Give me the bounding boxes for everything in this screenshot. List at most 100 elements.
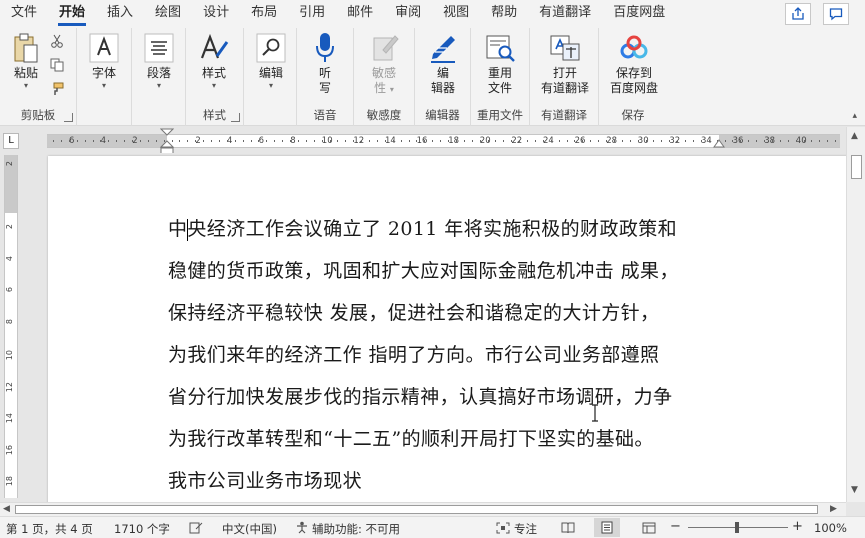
styles-dropdown-icon[interactable]: ▾ <box>194 81 234 91</box>
text-line[interactable]: 保持经济平稳较快 发展，促进社会和谐稳定的大计方针， <box>168 292 728 334</box>
text-line[interactable]: 省分行加快发展步伐的指示精神，认真搞好市场调研，力争 <box>168 376 728 418</box>
tab-help[interactable]: 帮助 <box>480 0 528 28</box>
cut-icon[interactable] <box>50 34 64 51</box>
format-painter-icon[interactable] <box>50 82 64 99</box>
document-area[interactable]: 中央经济工作会议确立了 2011 年将实施积极的财政政策和 稳健的货币政策，巩固… <box>22 153 846 502</box>
vertical-ruler[interactable]: 2 2 4 6 8 10 12 14 16 18 <box>4 155 18 498</box>
save-baidu-button[interactable]: 保存到 百度网盘 <box>605 30 663 96</box>
vertical-scrollbar[interactable]: ▲ ▼ <box>846 127 865 502</box>
reuse-files-button[interactable]: 重用 文件 <box>481 30 519 96</box>
ruler-number: 38 <box>764 136 776 146</box>
tab-selector-icon[interactable]: L <box>3 133 19 149</box>
scroll-down-icon[interactable]: ▼ <box>851 485 858 495</box>
horizontal-scrollbar[interactable]: ◀ ▶ <box>0 502 846 516</box>
ruler-tick <box>76 140 78 142</box>
tab-references[interactable]: 引用 <box>288 0 336 28</box>
open-youdao-button[interactable]: 打开 有道翻译 <box>536 30 594 96</box>
font-dropdown-icon[interactable]: ▾ <box>85 81 123 91</box>
paragraph-button[interactable]: 段落 ▾ <box>140 30 178 91</box>
text-line[interactable]: 为我们来年的经济工作 指明了方向。市行公司业务部遵照 <box>168 334 728 376</box>
ruler-tick <box>179 140 181 142</box>
web-layout-icon[interactable] <box>642 522 656 534</box>
editing-button[interactable]: 编辑 ▾ <box>252 30 290 91</box>
read-mode-icon[interactable] <box>561 522 575 534</box>
ruler-tick <box>376 140 378 142</box>
tab-review[interactable]: 审阅 <box>384 0 432 28</box>
scroll-up-icon[interactable]: ▲ <box>851 131 858 141</box>
styles-button[interactable]: 样式 ▾ <box>194 30 234 91</box>
zoom-in-icon[interactable]: + <box>792 519 803 534</box>
document-page[interactable]: 中央经济工作会议确立了 2011 年将实施积极的财政政策和 稳健的货币政策，巩固… <box>48 156 846 502</box>
ruler-tick <box>195 140 197 142</box>
youdao-label-2: 有道翻译 <box>540 81 589 95</box>
scroll-left-icon[interactable]: ◀ <box>3 504 10 514</box>
clipboard-launcher-icon[interactable] <box>64 113 73 122</box>
ruler-tick <box>68 140 70 142</box>
ruler-row: L 6 4 2 2 4 6 8 10 12 14 16 18 20 22 24 26 28 30 32 34 36 38 4… <box>0 127 865 156</box>
tab-baidu[interactable]: 百度网盘 <box>602 0 676 28</box>
tab-home[interactable]: 开始 <box>48 0 96 28</box>
text-line[interactable]: 为我行改革转型和“十二五”的顺利开局打下坚实的基础。 <box>168 418 728 460</box>
tab-insert[interactable]: 插入 <box>96 0 144 28</box>
ruler-tick <box>100 140 102 142</box>
ruler-number: 34 <box>701 136 712 146</box>
ruler-tick <box>250 140 252 142</box>
sensitivity-button[interactable]: 敏感 性 ▾ <box>366 30 402 97</box>
accessibility-icon <box>297 521 307 534</box>
paste-dropdown-icon[interactable]: ▾ <box>8 81 44 91</box>
dictate-button[interactable]: 听 写 <box>309 30 341 96</box>
sensitivity-label-1: 敏感 <box>371 66 396 80</box>
language[interactable]: 中文(中国) <box>222 521 277 537</box>
paste-button[interactable]: 粘贴 ▾ <box>8 30 44 91</box>
collapse-ribbon-icon[interactable]: ▴ <box>852 111 857 121</box>
editing-dropdown-icon[interactable]: ▾ <box>252 81 290 91</box>
vertical-scroll-thumb[interactable] <box>851 155 862 179</box>
ruler-tick <box>653 140 655 142</box>
tab-youdao[interactable]: 有道翻译 <box>528 0 602 28</box>
tab-mailings[interactable]: 邮件 <box>336 0 384 28</box>
copy-icon[interactable] <box>50 58 64 75</box>
comments-button[interactable] <box>823 3 849 25</box>
ruler-tick <box>827 140 829 142</box>
editor-button[interactable]: 编 辑器 <box>425 30 461 96</box>
tab-file[interactable]: 文件 <box>0 0 48 28</box>
ruler-tick <box>819 140 821 142</box>
proofing-icon[interactable] <box>189 522 203 534</box>
tab-layout[interactable]: 布局 <box>240 0 288 28</box>
scroll-right-icon[interactable]: ▶ <box>830 504 837 514</box>
share-button[interactable] <box>785 3 811 25</box>
text-line[interactable]: 稳健的货币政策，巩固和扩大应对国际金融危机冲击 成果， <box>168 250 728 292</box>
zoom-slider-knob[interactable] <box>735 522 739 533</box>
font-button[interactable]: 字体 ▾ <box>85 30 123 91</box>
tab-draw[interactable]: 绘图 <box>144 0 192 28</box>
baidu-label-2: 百度网盘 <box>609 81 658 95</box>
ruler-tick <box>637 140 639 142</box>
sensitivity-group: 敏感 性 ▾ 敏感度 <box>354 28 415 126</box>
zoom-level[interactable]: 100% <box>814 521 847 535</box>
paragraph-dropdown-icon[interactable]: ▾ <box>140 81 178 91</box>
accessibility-status[interactable]: 辅助功能: 不可用 <box>312 521 400 537</box>
ruler-number: 2 <box>132 136 138 146</box>
ruler-number: 22 <box>511 136 523 146</box>
ruler-tick <box>740 140 742 142</box>
right-indent-marker-icon[interactable] <box>713 139 725 149</box>
page-count[interactable]: 第 1 页，共 4 页 <box>6 521 93 537</box>
styles-launcher-icon[interactable] <box>231 113 240 122</box>
heading-line[interactable]: 我市公司业务市场现状 <box>168 460 728 502</box>
tab-view[interactable]: 视图 <box>432 0 480 28</box>
tab-design[interactable]: 设计 <box>192 0 240 28</box>
focus-mode-button[interactable]: 专注 <box>514 521 537 537</box>
ruler-tick <box>811 140 813 142</box>
word-count[interactable]: 1710 个字 <box>114 521 170 537</box>
ruler-number: 2 <box>195 136 201 146</box>
text-line[interactable]: 中央经济工作会议确立了 2011 年将实施积极的财政政策和 <box>168 208 728 250</box>
ruler-tick <box>590 140 592 142</box>
horizontal-scroll-thumb[interactable] <box>15 505 818 514</box>
zoom-out-icon[interactable]: − <box>670 519 681 534</box>
dictate-label-1: 听 <box>318 66 331 80</box>
indent-marker-icon[interactable] <box>160 128 174 156</box>
ruler-tick <box>558 140 560 142</box>
vertical-ruler-number: 14 <box>5 413 14 424</box>
document-body[interactable]: 中央经济工作会议确立了 2011 年将实施积极的财政政策和 稳健的货币政策，巩固… <box>168 208 728 502</box>
print-layout-button[interactable] <box>594 518 620 537</box>
